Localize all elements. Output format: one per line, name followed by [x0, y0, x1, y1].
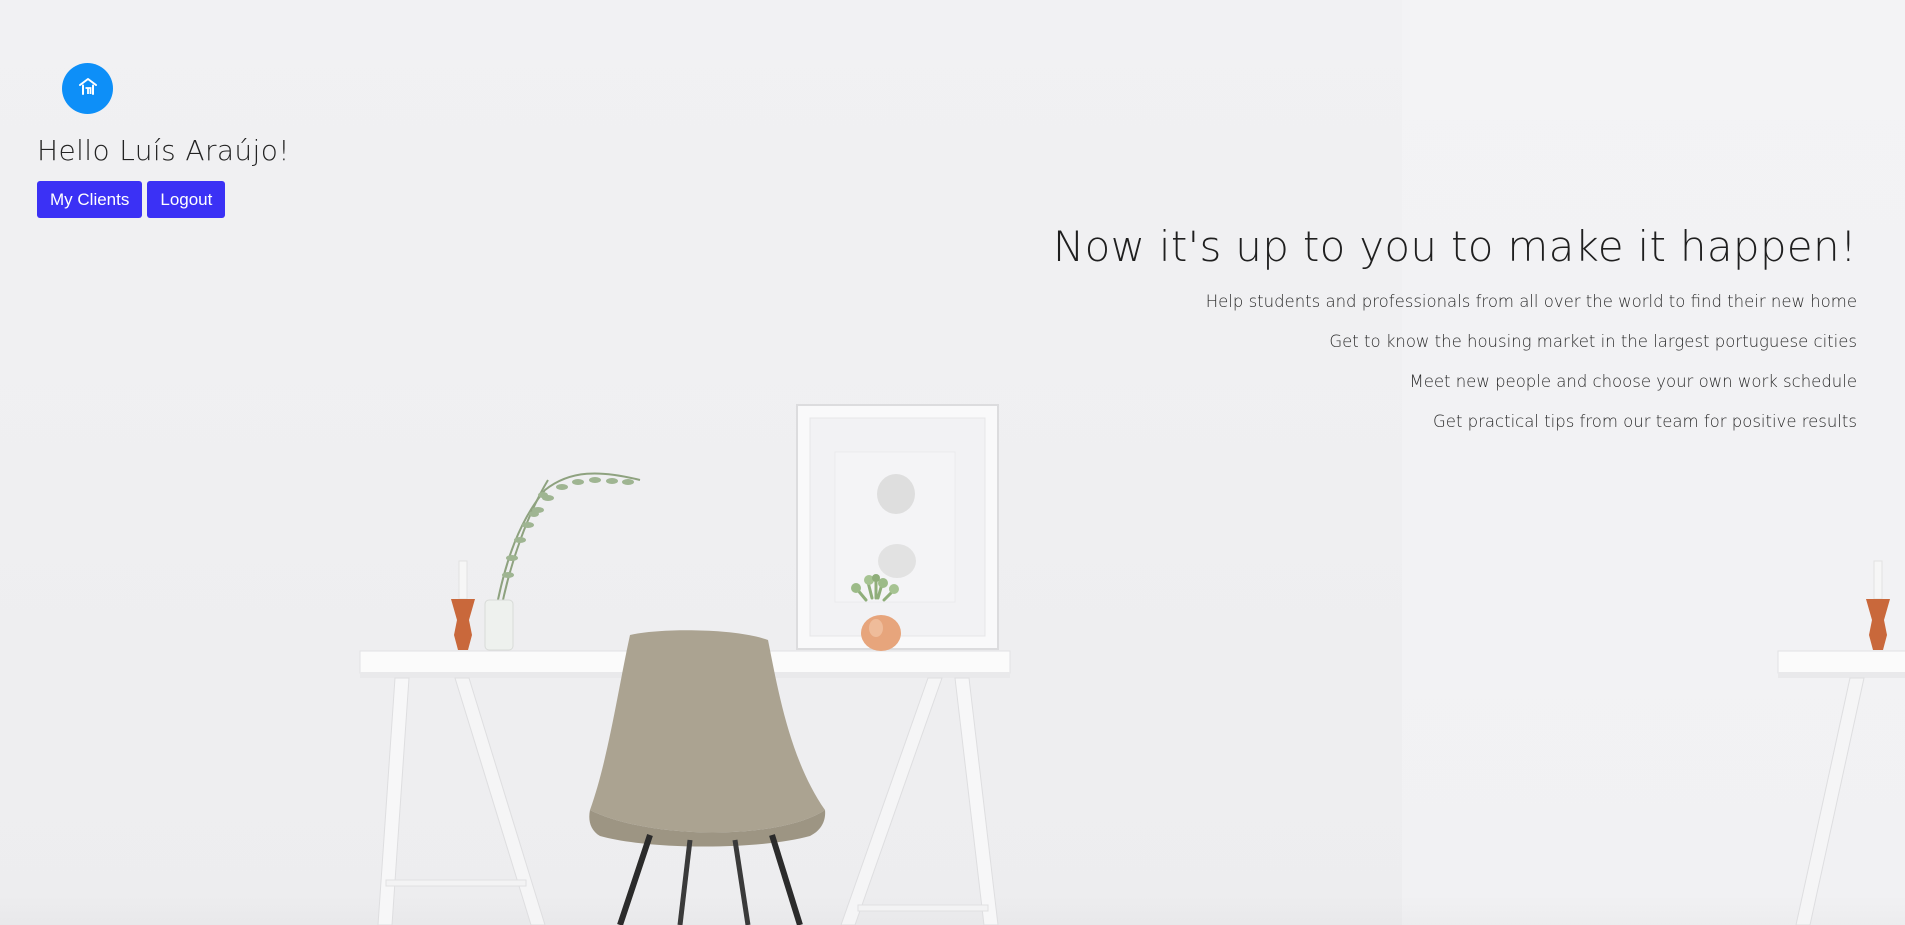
- hero-bullet: Get to know the housing market in the la…: [1329, 332, 1857, 351]
- home-logo[interactable]: [62, 63, 113, 114]
- desk-illustration-right: [1777, 560, 1905, 925]
- user-actions: My Clients Logout: [37, 181, 226, 218]
- hero-bullet: Meet new people and choose your own work…: [1409, 372, 1857, 391]
- hero-bullet: Help students and professionals from all…: [1205, 292, 1857, 311]
- hero-section: Now it's up to you to make it happen! He…: [957, 222, 1857, 452]
- hero-title: Now it's up to you to make it happen!: [1052, 222, 1857, 271]
- logout-button[interactable]: Logout: [147, 181, 226, 218]
- my-clients-button[interactable]: My Clients: [37, 181, 143, 218]
- candle-illustration: [451, 560, 475, 650]
- hero-bullet: Get practical tips from our team for pos…: [1433, 412, 1857, 431]
- user-greeting: Hello Luís Araújo!: [37, 134, 290, 167]
- eucalyptus-illustration: [484, 472, 641, 651]
- home-icon: [77, 76, 99, 102]
